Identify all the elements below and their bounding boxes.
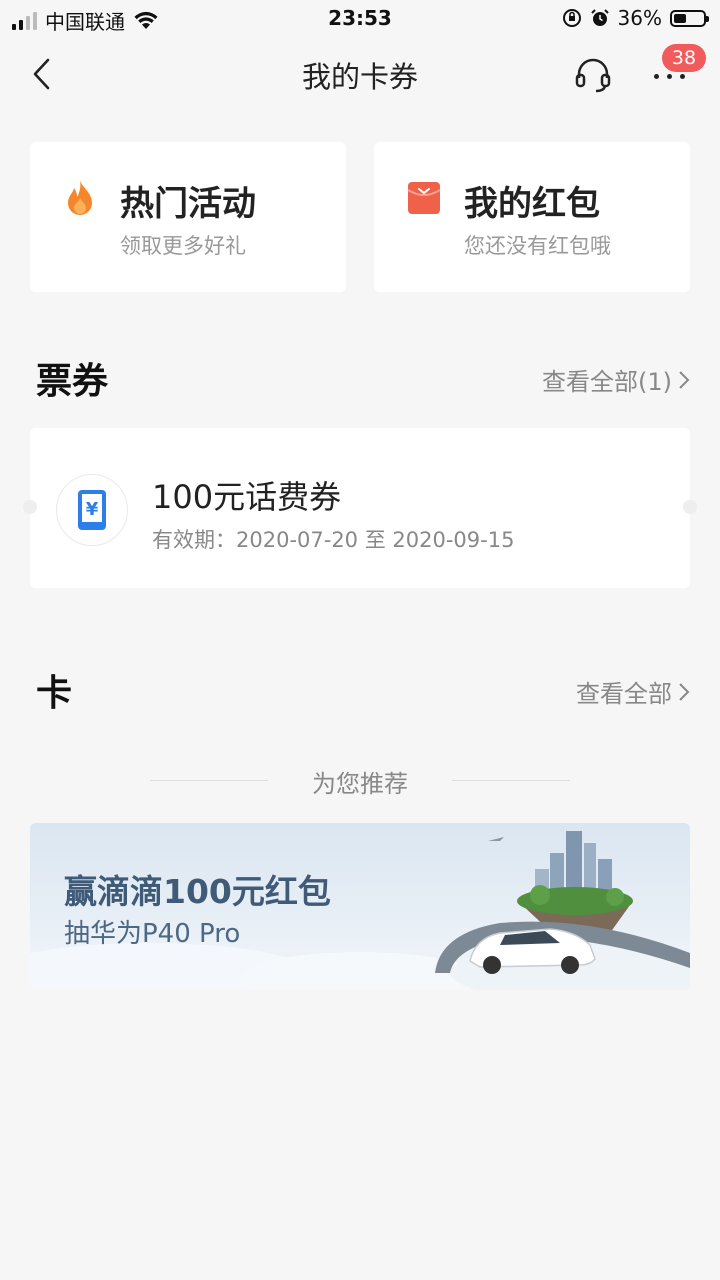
red-envelope-icon <box>407 182 441 214</box>
coupon-notch-right <box>683 500 697 514</box>
cards-view-all-link[interactable]: 查看全部 <box>576 674 690 709</box>
rotation-lock-icon <box>562 9 581 27</box>
alarm-icon <box>590 9 609 26</box>
svg-text:¥: ¥ <box>86 499 99 520</box>
card-subtitle: 领取更多好礼 <box>120 234 246 258</box>
message-count-badge: 38 <box>662 44 706 72</box>
hot-activities-card[interactable]: 热门活动 领取更多好礼 <box>30 142 346 292</box>
navigation-bar: 我的卡券 <box>0 38 720 110</box>
coupon-validity: 有效期：2020-07-20 至 2020-09-15 <box>152 528 515 552</box>
cards-section-title: 卡 <box>36 673 73 714</box>
tickets-view-all-link[interactable]: 查看全部(1) <box>542 362 690 397</box>
fire-icon <box>68 180 92 215</box>
card-title: 热门活动 <box>120 184 256 224</box>
coupon-title: 100元话费券 <box>152 478 342 516</box>
banner-subtitle: 抽华为P40 Pro <box>64 919 241 949</box>
my-red-envelope-card[interactable]: 我的红包 您还没有红包哦 <box>374 142 690 292</box>
status-bar: 中国联通 23:53 36% <box>0 0 720 38</box>
view-all-label: 查看全部 <box>576 680 672 708</box>
view-all-label: 查看全部(1) <box>542 368 672 396</box>
coupon-icon-wrapper: ¥ <box>56 474 128 546</box>
battery-percent: 36% <box>617 6 662 30</box>
chevron-right-icon <box>679 682 690 701</box>
chevron-right-icon <box>679 370 690 389</box>
battery-icon <box>670 9 709 27</box>
banner-title: 赢滴滴100元红包 <box>64 872 331 911</box>
card-subtitle: 您还没有红包哦 <box>464 234 611 258</box>
coupon-item[interactable]: ¥ 100元话费券 有效期：2020-07-20 至 2020-09-15 <box>30 428 690 588</box>
tickets-section-title: 票券 <box>36 361 109 402</box>
promo-banner[interactable]: 赢滴滴100元红包 抽华为P40 Pro <box>30 823 690 990</box>
customer-service-icon[interactable] <box>574 56 612 94</box>
page-title: 我的卡券 <box>301 60 418 94</box>
phone-yuan-icon: ¥ <box>78 490 106 530</box>
recommend-label: 为您推荐 <box>312 770 408 798</box>
status-right: 36% <box>562 6 709 30</box>
card-title: 我的红包 <box>464 184 600 224</box>
coupon-notch-left <box>23 500 37 514</box>
